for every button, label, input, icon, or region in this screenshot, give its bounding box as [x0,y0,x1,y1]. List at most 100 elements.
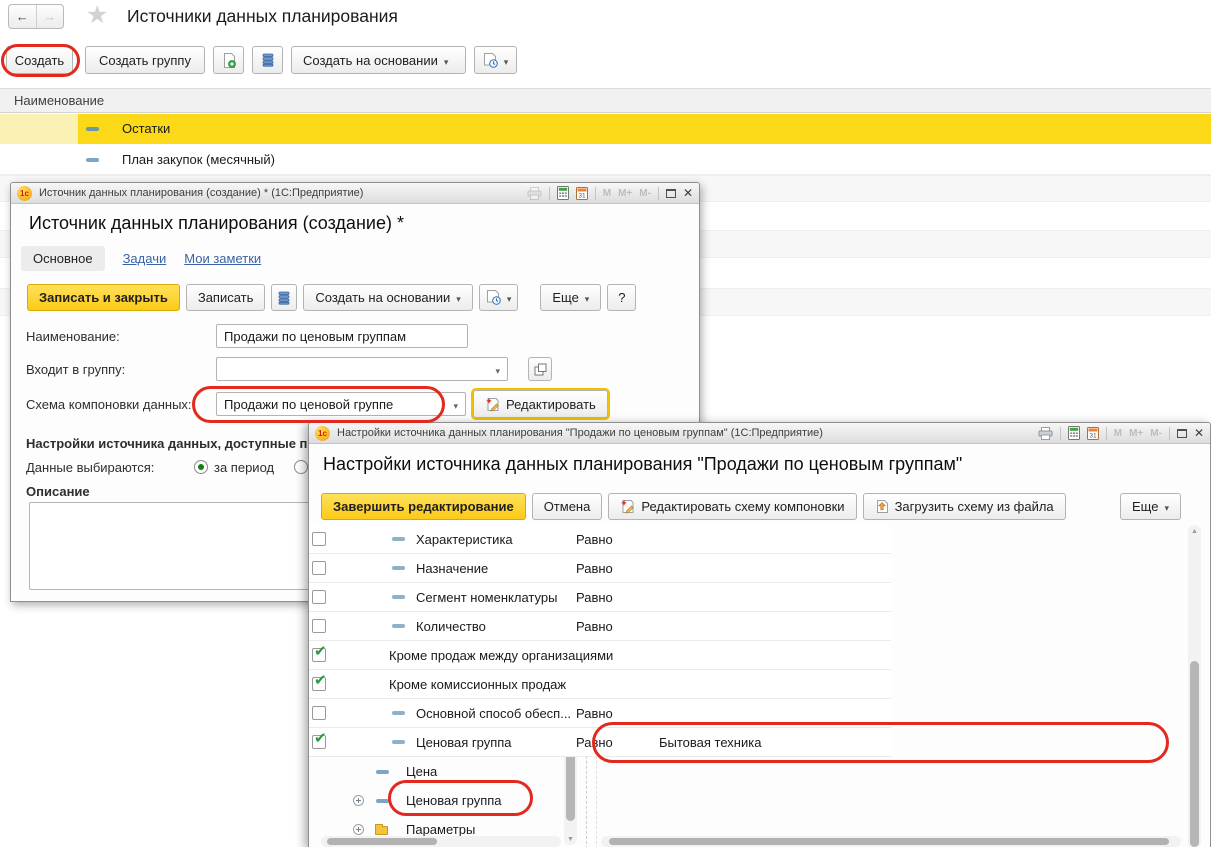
save-and-close-button[interactable]: Записать и закрыть [27,284,180,311]
list-database-button[interactable] [271,284,297,311]
scrollbar-thumb[interactable] [609,838,1169,845]
checkbox[interactable] [312,561,326,575]
tab-notes[interactable]: Мои заметки [184,251,261,266]
create-group-button[interactable]: Создать группу [85,46,205,74]
document-history-button[interactable] [479,284,519,311]
condition-row[interactable]: ХарактеристикаРавно [309,525,891,554]
condition-row[interactable]: Ценовая группаРавноБытовая техника [309,728,891,757]
list-header[interactable]: Наименование [0,88,1211,113]
conditions-vertical-scrollbar[interactable] [1188,525,1201,847]
radio-alt-option[interactable] [294,460,308,474]
close-button[interactable] [1194,427,1204,439]
document-plus-icon [222,53,236,68]
page-title: Источники данных планирования [127,6,398,27]
finish-editing-button[interactable]: Завершить редактирование [321,493,526,520]
save-and-close-label: Записать и закрыть [39,290,168,305]
name-input[interactable]: Продажи по ценовым группам [216,324,468,348]
condition-row[interactable]: Кроме продаж между организациями [309,641,891,670]
calculator-icon[interactable] [1068,426,1080,440]
checkbox[interactable] [312,532,326,546]
list-row[interactable]: План закупок (месячный) [0,146,1211,175]
document-upload-icon [875,499,889,514]
condition-row[interactable]: Сегмент номенклатурыРавно [309,583,891,612]
chevron-down-icon [507,290,512,305]
edit-composition-scheme-label: Редактировать схему компоновки [641,499,844,514]
scheme-input[interactable]: Продажи по ценовой группе [216,392,466,416]
condition-row[interactable]: НазначениеРавно [309,554,891,583]
calendar-icon[interactable]: 31 [576,186,588,200]
expand-plus-icon[interactable] [353,824,364,835]
window-titlebar[interactable]: Настройки источника данных планирования … [309,423,1210,444]
document-history-button[interactable] [474,46,517,74]
create-button[interactable]: Создать [6,46,73,74]
memory-button-m-minus[interactable]: M- [639,188,651,199]
scrollbar-thumb[interactable] [1190,661,1199,847]
scrollbar-thumb[interactable] [327,838,437,845]
combo-chevron-icon[interactable] [447,397,458,412]
conditions-horizontal-scrollbar[interactable] [601,836,1181,847]
memory-button-m-plus[interactable]: M+ [618,188,632,199]
memory-button-m[interactable]: M [603,188,611,199]
folder-icon [375,826,388,835]
radio-for-period[interactable] [194,460,208,474]
checkbox[interactable] [312,735,326,749]
cancel-button[interactable]: Отмена [532,493,603,520]
printer-icon[interactable] [527,187,542,200]
printer-icon[interactable] [1038,427,1053,440]
condition-name: Количество [416,619,486,634]
tab-tasks[interactable]: Задачи [123,251,167,266]
maximize-button[interactable] [1177,429,1187,438]
chevron-down-icon [1164,499,1169,514]
checkbox[interactable] [312,648,326,662]
list-row[interactable]: Остатки [0,114,1211,145]
create-based-on-label: Создать на основании [315,290,450,305]
condition-row[interactable]: Основной способ обесп...Равно [309,699,891,728]
combo-chevron-icon[interactable] [489,362,500,377]
memory-button-m[interactable]: M [1114,428,1122,439]
create-based-on-button[interactable]: Создать на основании [291,46,466,74]
screen: Источники данных планирования Создать Со… [0,0,1211,847]
checkbox[interactable] [312,590,326,604]
back-arrow-button[interactable] [9,5,37,28]
list-database-button[interactable] [252,46,283,74]
memory-button-m-minus[interactable]: M- [1150,428,1162,439]
window-titlebar[interactable]: Источник данных планирования (создание) … [11,183,699,204]
checkbox[interactable] [312,619,326,633]
forward-arrow-button[interactable] [37,5,64,28]
new-document-button[interactable] [213,46,244,74]
tree-item[interactable]: Ценовая группа [309,786,561,815]
tree-horizontal-scrollbar[interactable] [321,836,561,847]
group-input[interactable] [216,357,508,381]
edit-scheme-button[interactable]: Редактировать [473,390,608,418]
more-button[interactable]: Еще [540,284,601,311]
scroll-down-icon[interactable] [567,836,574,843]
condition-row[interactable]: Кроме комиссионных продаж [309,670,891,699]
calendar-icon[interactable]: 31 [1087,426,1099,440]
create-button-label: Создать [15,53,64,68]
save-button[interactable]: Записать [186,284,266,311]
condition-name: Кроме продаж между организациями [389,648,613,663]
expand-plus-icon[interactable] [353,795,364,806]
open-group-button[interactable] [528,357,552,381]
load-scheme-button[interactable]: Загрузить схему из файла [863,493,1066,520]
maximize-button[interactable] [666,189,676,198]
help-button[interactable]: ? [607,284,636,311]
condition-row[interactable]: КоличествоРавно [309,612,891,641]
dash-icon [376,799,389,803]
more-label: Еще [1132,499,1158,514]
scroll-up-icon[interactable] [1191,528,1198,535]
calculator-icon[interactable] [557,186,569,200]
checkbox[interactable] [312,706,326,720]
checkbox[interactable] [312,677,326,691]
more-button[interactable]: Еще [1120,493,1181,520]
close-button[interactable] [683,187,693,199]
window-title: Источник данных планирования (создание) … [39,187,363,199]
create-based-on-button[interactable]: Создать на основании [303,284,472,311]
tab-main[interactable]: Основное [21,246,105,271]
favorite-star-icon[interactable] [86,0,108,30]
tree-item[interactable]: Цена [309,757,561,786]
memory-button-m-plus[interactable]: M+ [1129,428,1143,439]
dash-icon [392,624,405,628]
edit-composition-scheme-button[interactable]: Редактировать схему компоновки [608,493,856,520]
dash-icon [392,740,405,744]
